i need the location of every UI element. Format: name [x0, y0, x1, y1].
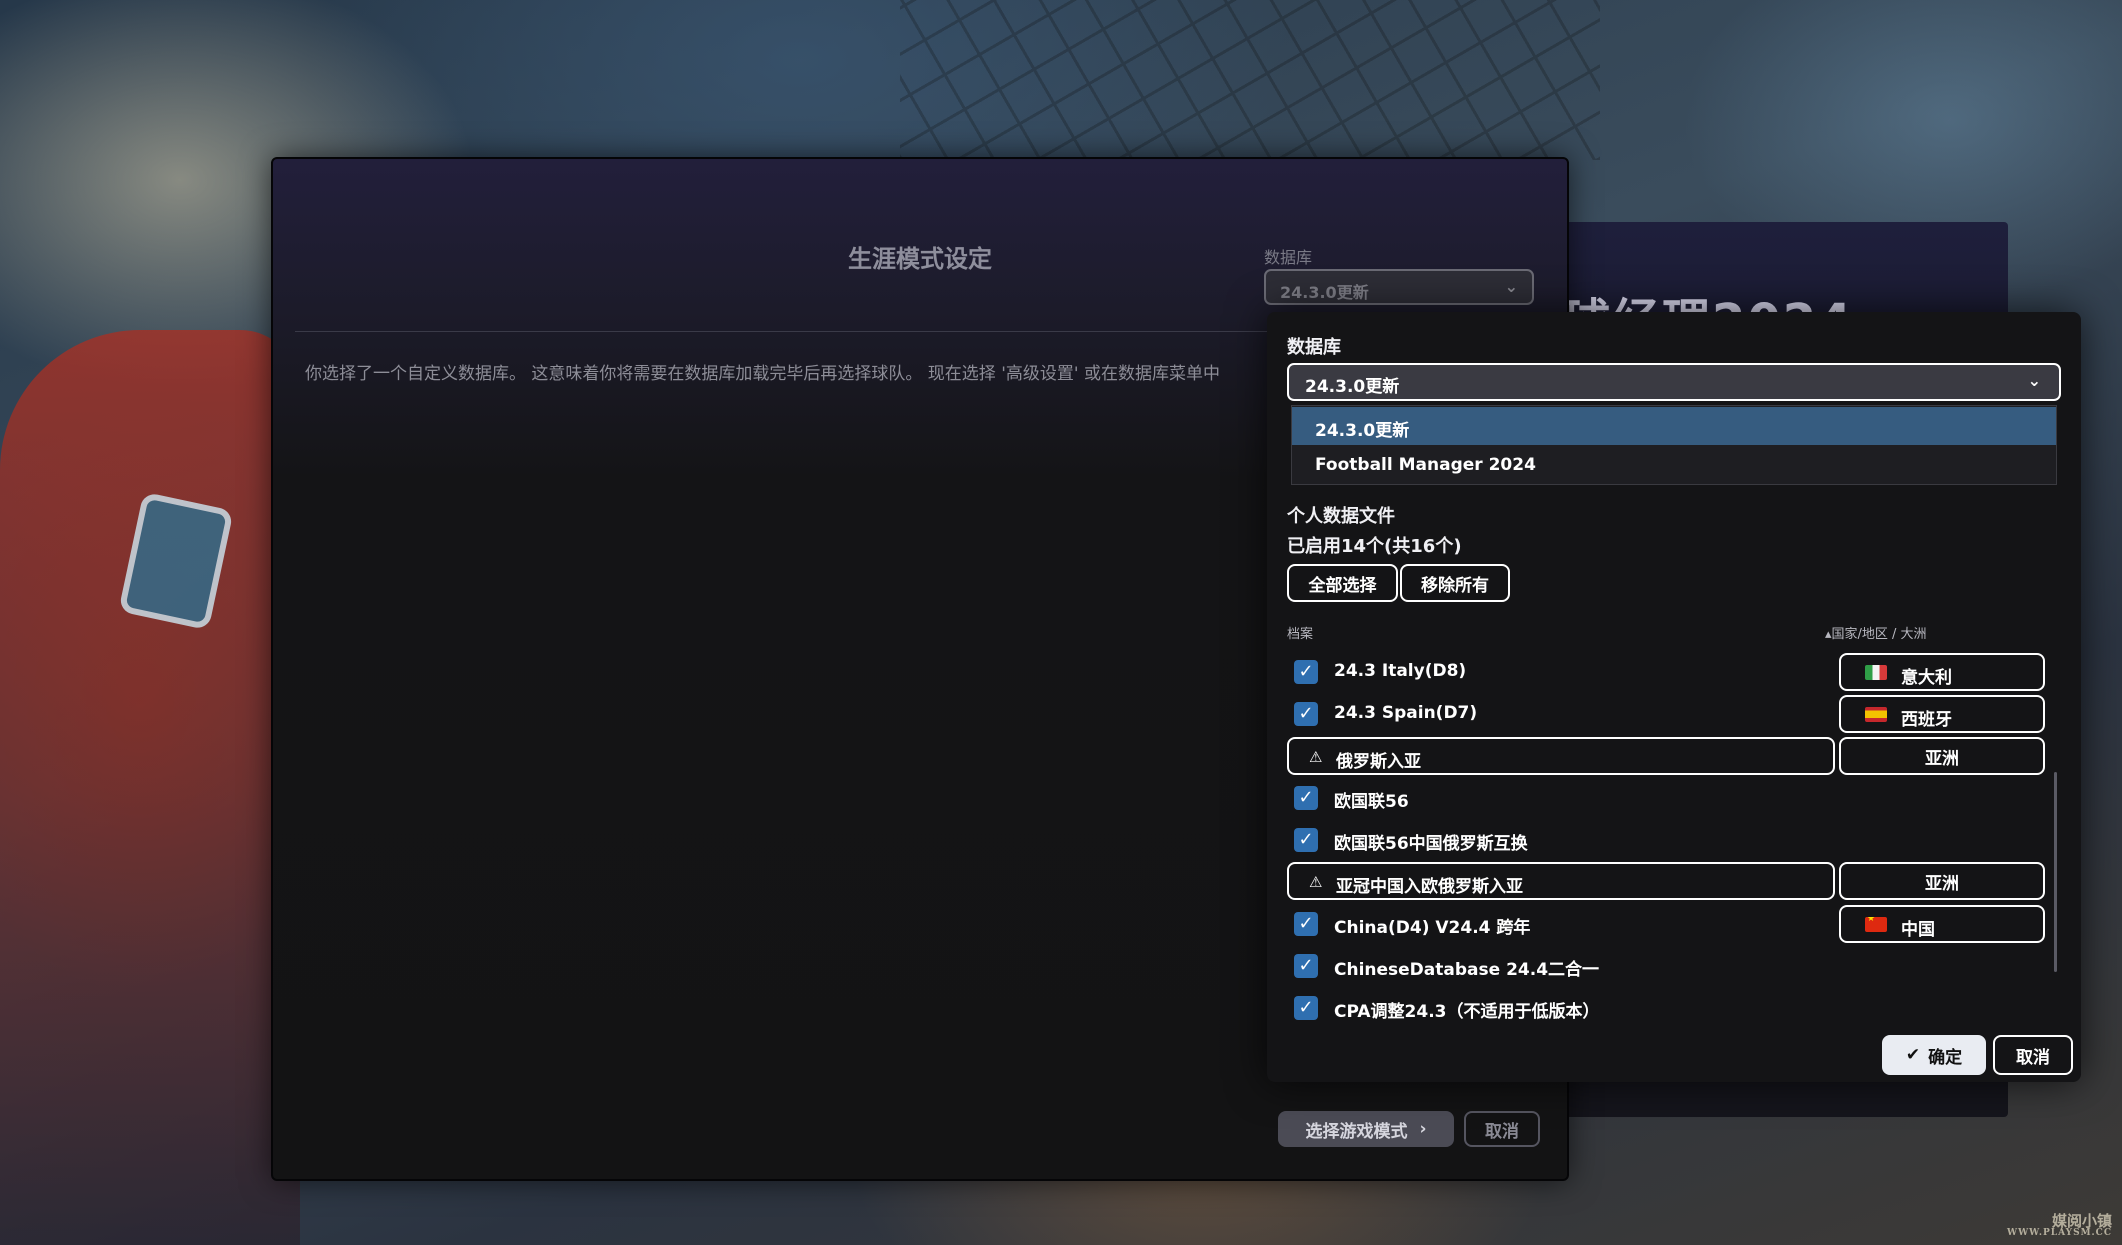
chevron-down-icon: ⌄ — [1504, 277, 1518, 296]
database-label: 数据库 — [1264, 248, 1313, 267]
italy-flag-icon — [1865, 665, 1887, 680]
checkbox-checked[interactable]: ✓ — [1294, 954, 1318, 978]
chevron-down-icon: ⌄ — [2027, 371, 2041, 390]
file-name: ChineseDatabase 24.4二合一 — [1334, 960, 1600, 980]
background-player-figure — [0, 330, 300, 1245]
confirm-label: 确定 — [1928, 1047, 1963, 1068]
file-name: 俄罗斯入亚 — [1336, 752, 1421, 772]
column-header-region[interactable]: ▴国家/地区 / 大洲 — [1825, 623, 1927, 642]
panel-cancel-button[interactable]: 取消 — [1993, 1035, 2073, 1075]
select-game-mode-button[interactable]: 选择游戏模式 › — [1278, 1111, 1454, 1147]
column-header-region-label: 国家/地区 / 大洲 — [1831, 627, 1927, 642]
file-warning-box[interactable]: ⚠ 俄罗斯入亚 — [1287, 737, 1835, 775]
file-name: CPA调整24.3（不适用于低版本） — [1334, 1002, 1600, 1022]
watermark-sub: WWW.PLAYSM.CC — [2006, 1228, 2112, 1239]
dropdown-option-selected[interactable]: 24.3.0更新 — [1292, 407, 2056, 445]
file-name: 24.3 Spain(D7) — [1334, 703, 1478, 723]
watermark-text: 媒阅小镇 — [2051, 1211, 2112, 1230]
scrollbar[interactable] — [2054, 772, 2057, 972]
region-name: 中国 — [1901, 920, 1935, 940]
panel-database-select[interactable]: 24.3.0更新 ⌄ — [1287, 363, 2061, 401]
file-row: ✓ 欧国联56中国俄罗斯互换 — [1287, 821, 2067, 859]
confirm-button[interactable]: ✔ 确定 — [1882, 1035, 1986, 1075]
file-warning-box[interactable]: ⚠ 亚冠中国入欧俄罗斯入亚 — [1287, 862, 1835, 900]
select-all-button[interactable]: 全部选择 — [1287, 564, 1398, 602]
spain-flag-icon — [1865, 707, 1887, 722]
database-select-value: 24.3.0更新 — [1280, 283, 1369, 302]
watermark-logo: 媒阅小镇 WWW.PLAYSM.CC — [2006, 1211, 2112, 1239]
region-button[interactable]: 西班牙 — [1839, 695, 2045, 733]
chevron-right-icon: › — [1419, 1119, 1427, 1139]
warning-icon: ⚠ — [1309, 748, 1323, 766]
file-row: ✓ 24.3 Italy(D8) 意大利 — [1287, 653, 2067, 691]
database-select[interactable]: 24.3.0更新 ⌄ — [1264, 269, 1534, 305]
region-button[interactable]: 中国 — [1839, 905, 2045, 943]
personal-files-label: 个人数据文件 — [1287, 506, 1395, 527]
panel-database-select-value: 24.3.0更新 — [1305, 377, 1400, 397]
check-icon: ✔ — [1905, 1045, 1921, 1065]
file-row: ✓ ChineseDatabase 24.4二合一 — [1287, 947, 2067, 985]
dropdown-option[interactable]: Football Manager 2024 — [1292, 446, 2056, 484]
region-name: 亚洲 — [1925, 873, 1959, 894]
cancel-button[interactable]: 取消 — [1464, 1111, 1540, 1147]
file-row: ✓ 欧国联56 — [1287, 779, 2067, 817]
checkbox-checked[interactable]: ✓ — [1294, 828, 1318, 852]
region-name: 亚洲 — [1925, 748, 1959, 769]
region-button[interactable]: 亚洲 — [1839, 737, 2045, 775]
file-row: ✓ China(D4) V24.4 跨年 中国 — [1287, 905, 2067, 943]
china-flag-icon — [1865, 917, 1887, 932]
file-name: 24.3 Italy(D8) — [1334, 661, 1467, 681]
remove-all-button[interactable]: 移除所有 — [1400, 564, 1510, 602]
checkbox-checked[interactable]: ✓ — [1294, 786, 1318, 810]
region-name: 西班牙 — [1901, 710, 1952, 730]
background-net — [900, 0, 1600, 160]
database-panel: 数据库 24.3.0更新 ⌄ 24.3.0更新 Football Manager… — [1267, 312, 2081, 1082]
panel-database-label: 数据库 — [1287, 337, 1341, 358]
database-dropdown: 24.3.0更新 Football Manager 2024 — [1291, 405, 2057, 485]
file-name: 亚冠中国入欧俄罗斯入亚 — [1336, 877, 1523, 897]
checkbox-checked[interactable]: ✓ — [1294, 702, 1318, 726]
region-button[interactable]: 意大利 — [1839, 653, 2045, 691]
file-row-warning: ⚠ 亚冠中国入欧俄罗斯入亚 亚洲 — [1287, 862, 2067, 900]
region-button[interactable]: 亚洲 — [1839, 862, 2045, 900]
checkbox-checked[interactable]: ✓ — [1294, 660, 1318, 684]
select-game-mode-label: 选择游戏模式 — [1305, 1121, 1408, 1142]
description-text: 你选择了一个自定义数据库。 这意味着你将需要在数据库加载完毕后再选择球队。 现在… — [305, 364, 1220, 384]
file-row: ✓ CPA调整24.3（不适用于低版本） — [1287, 989, 2067, 1027]
checkbox-checked[interactable]: ✓ — [1294, 996, 1318, 1020]
file-row-warning: ⚠ 俄罗斯入亚 亚洲 — [1287, 737, 2067, 775]
page-title: 生涯模式设定 — [848, 245, 992, 273]
warning-icon: ⚠ — [1309, 873, 1323, 891]
file-row: ✓ 24.3 Spain(D7) 西班牙 — [1287, 695, 2067, 733]
file-name: 欧国联56 — [1334, 792, 1409, 812]
column-header-file: 档案 — [1287, 627, 1314, 642]
region-name: 意大利 — [1901, 668, 1952, 688]
file-name: China(D4) V24.4 跨年 — [1334, 918, 1531, 938]
checkbox-checked[interactable]: ✓ — [1294, 912, 1318, 936]
enabled-count: 已启用14个(共16个) — [1287, 536, 1462, 557]
file-name: 欧国联56中国俄罗斯互换 — [1334, 834, 1528, 854]
